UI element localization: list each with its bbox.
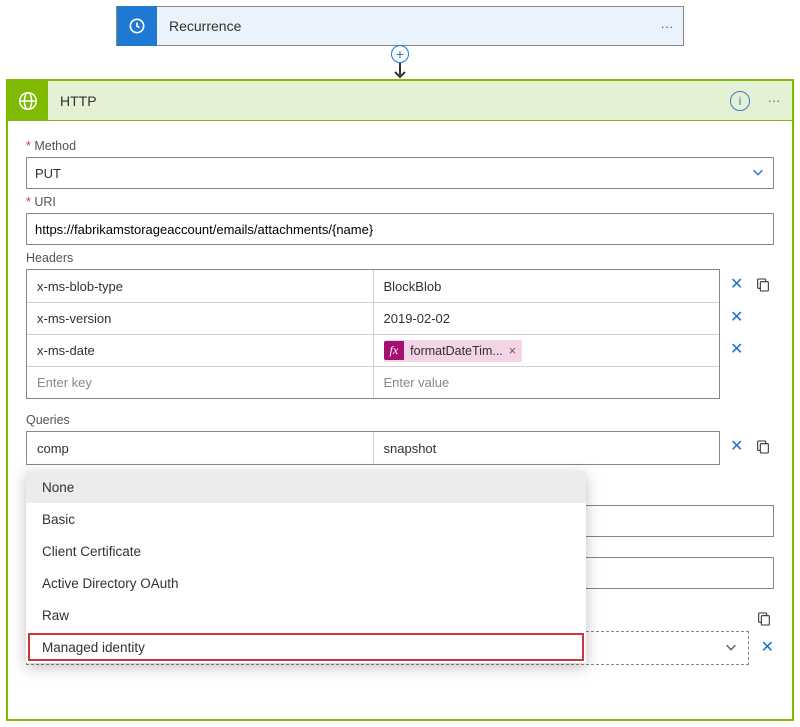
add-step-button[interactable]: + [391,45,409,63]
chevron-down-icon [751,165,765,182]
header-value[interactable]: fx formatDateTim... × [374,335,720,366]
delete-query-button[interactable]: ✕ [730,439,743,455]
remove-expression-button[interactable]: × [509,344,516,358]
query-row: comp snapshot [27,432,719,464]
header-key-input[interactable]: Enter key [27,367,374,398]
header-key[interactable]: x-ms-blob-type [27,270,374,302]
header-value-input[interactable]: Enter value [374,367,720,398]
recurrence-card[interactable]: Recurrence ··· [116,6,684,46]
query-value[interactable]: snapshot [374,432,720,464]
delete-header-button[interactable]: ✕ [730,342,743,358]
recurrence-title: Recurrence [157,18,651,34]
switch-mode-button[interactable] [756,611,772,627]
http-icon [8,81,48,121]
flow-connector: + [6,46,794,81]
delete-header-button[interactable]: ✕ [730,310,743,326]
http-card: HTTP i ··· Method PUT URI Headers x-ms- [6,79,794,721]
headers-label: Headers [26,251,774,265]
header-row: x-ms-blob-type BlockBlob [27,270,719,302]
fx-icon: fx [384,341,405,360]
info-icon[interactable]: i [730,91,750,111]
uri-input[interactable] [26,213,774,245]
headers-table: x-ms-blob-type BlockBlob x-ms-version 20… [26,269,720,399]
auth-option-client-certificate[interactable]: Client Certificate [26,535,586,567]
header-value[interactable]: BlockBlob [374,270,720,302]
uri-label: URI [26,195,774,209]
auth-option-managed-identity[interactable]: Managed identity [26,631,586,663]
expression-text: formatDateTim... [410,344,503,358]
expression-pill[interactable]: fx formatDateTim... × [384,340,523,362]
query-key[interactable]: comp [27,432,374,464]
header-row: x-ms-date fx formatDateTim... × [27,334,719,366]
header-value[interactable]: 2019-02-02 [374,303,720,334]
method-label: Method [26,139,774,153]
auth-option-aad-oauth[interactable]: Active Directory OAuth [26,567,586,599]
http-menu-button[interactable]: ··· [760,93,788,108]
header-key[interactable]: x-ms-date [27,335,374,366]
method-select[interactable]: PUT [26,157,774,189]
queries-label: Queries [26,413,774,427]
auth-option-none[interactable]: None [26,471,586,503]
switch-mode-button[interactable] [755,277,771,293]
chevron-down-icon [724,640,738,657]
auth-option-basic[interactable]: Basic [26,503,586,535]
auth-option-raw[interactable]: Raw [26,599,586,631]
delete-header-button[interactable]: ✕ [730,277,743,293]
clear-auth-button[interactable]: ✕ [761,640,774,656]
header-row-new: Enter key Enter value [27,366,719,398]
method-value: PUT [35,166,61,181]
arrow-down-icon [392,63,408,81]
header-key[interactable]: x-ms-version [27,303,374,334]
recurrence-menu-button[interactable]: ··· [651,19,683,34]
recurrence-icon [117,6,157,46]
queries-table: comp snapshot [26,431,720,465]
http-card-title: HTTP [48,93,730,109]
authentication-dropdown: None Basic Client Certificate Active Dir… [26,471,586,663]
switch-mode-button[interactable] [755,439,771,455]
header-row: x-ms-version 2019-02-02 [27,302,719,334]
http-card-header[interactable]: HTTP i ··· [8,81,792,121]
